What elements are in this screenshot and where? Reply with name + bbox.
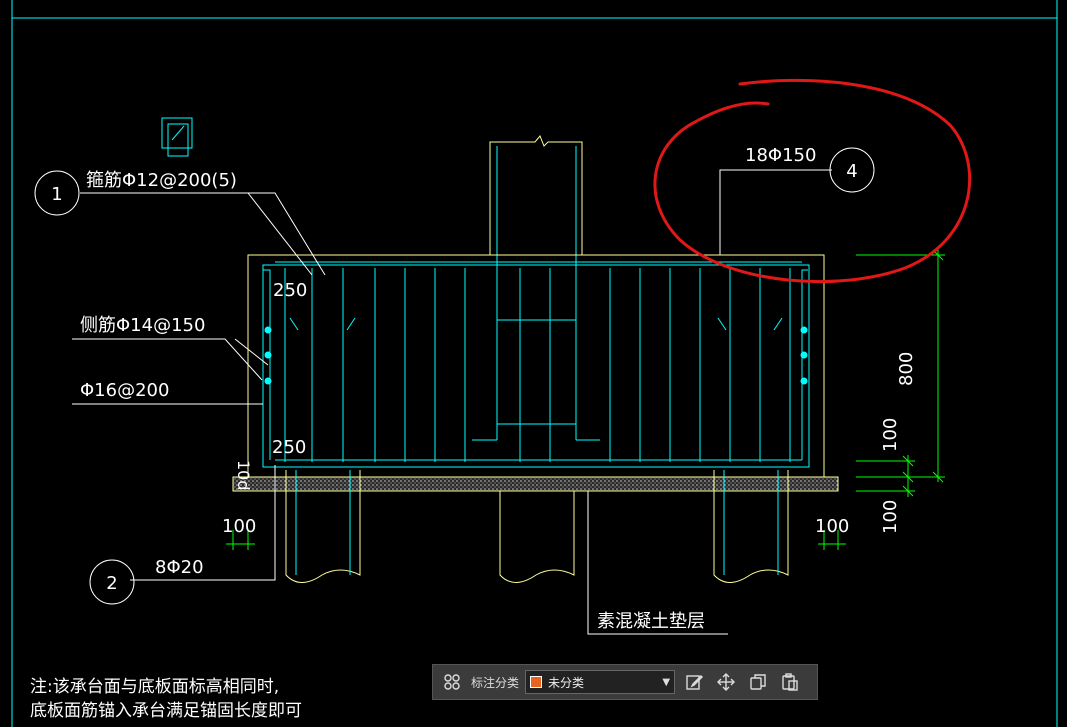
top-bar-label: 18Φ150 — [745, 145, 816, 166]
category-value: 未分类 — [548, 675, 585, 690]
svg-text:2: 2 — [106, 573, 117, 594]
dim-100-right-upper: 100 — [880, 418, 901, 452]
pile-cap-outline — [247, 254, 825, 478]
stirrup-label: 箍筋Φ12@200(5) — [86, 170, 237, 191]
svg-text:4: 4 — [846, 161, 857, 182]
copy-icon[interactable] — [745, 669, 771, 695]
dim-250-bottom: 250 — [272, 437, 306, 458]
callout-marker-1: 1 — [34, 170, 80, 216]
dim-250-top: 250 — [273, 280, 307, 301]
grid-icon[interactable] — [439, 669, 465, 695]
rebar-cage — [262, 261, 810, 468]
edit-icon[interactable] — [681, 669, 707, 695]
chevron-down-icon: ▼ — [662, 676, 671, 688]
note-line-2: 底板面筋锚入承台满足锚固长度即可 — [30, 701, 302, 721]
svg-text:1: 1 — [51, 184, 62, 205]
note-line-1: 注:该承台面与底板面标高相同时, — [30, 677, 279, 697]
dim-100-left: 100 — [222, 516, 256, 537]
category-label: 标注分类 — [471, 675, 520, 690]
side-bar-dots — [264, 326, 808, 385]
side-bar-label: 侧筋Φ14@150 — [80, 315, 205, 336]
category-select[interactable]: 未分类 ▼ — [525, 670, 676, 694]
red-markup-circle[interactable] — [653, 78, 971, 284]
cushion-layer — [232, 476, 839, 492]
cushion-label: 素混凝土垫层 — [597, 611, 705, 632]
paste-icon[interactable] — [777, 669, 803, 695]
callout-marker-2: 2 — [89, 559, 135, 605]
dim-800: 800 — [896, 352, 917, 386]
anchor-10d-label: 10d — [234, 460, 253, 491]
dim-100-right-lower: 100 — [880, 500, 901, 534]
dimension-lines — [226, 249, 945, 550]
main-bar-label: 8Φ20 — [155, 557, 204, 578]
annotation-toolbar: 标注分类 未分类 ▼ — [432, 664, 818, 700]
cad-drawing-canvas[interactable]: 1 2 4 箍筋Φ12@200(5) 侧筋Φ14@150 Φ16@200 8Φ2… — [0, 0, 1067, 727]
move-icon[interactable] — [713, 669, 739, 695]
category-color-swatch — [530, 676, 543, 688]
section-symbol-icon — [161, 117, 193, 157]
dim-100-right: 100 — [815, 516, 849, 537]
column — [472, 135, 600, 441]
bottom-bar-label: Φ16@200 — [80, 380, 169, 401]
callout-marker-4: 4 — [829, 147, 875, 193]
